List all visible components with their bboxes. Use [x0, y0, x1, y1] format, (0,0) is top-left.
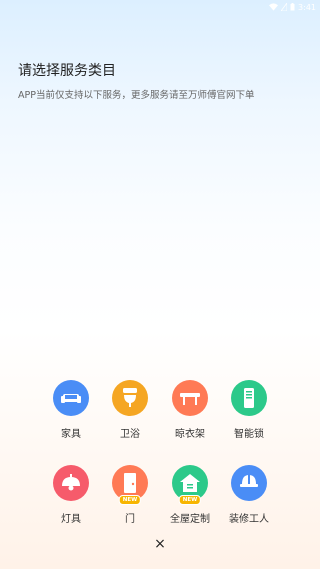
new-badge: NEW: [118, 495, 142, 505]
smart-lock-icon: [231, 380, 267, 416]
service-label: 家具: [61, 429, 81, 440]
clothes-rack-icon: [172, 380, 208, 416]
door-icon: NEW: [112, 465, 148, 505]
service-item-bathroom[interactable]: 卫浴: [100, 380, 160, 440]
service-item-whole-house[interactable]: NEW 全屋定制: [160, 465, 220, 525]
toilet-icon: [112, 380, 148, 416]
service-label: 晾衣架: [175, 429, 205, 440]
service-label: 门: [125, 514, 135, 525]
status-time: 3:41: [298, 2, 316, 12]
service-item-smart-lock[interactable]: 智能锁: [219, 380, 279, 440]
new-badge: NEW: [178, 495, 202, 505]
page-title: 请选择服务类目: [18, 63, 116, 79]
service-item-worker[interactable]: 装修工人: [219, 465, 279, 525]
service-row-1: 家具 卫浴 晾衣架 智能锁: [0, 380, 320, 440]
sofa-icon: [53, 380, 89, 416]
service-item-lamp[interactable]: 灯具: [41, 465, 101, 525]
service-label: 全屋定制: [170, 514, 210, 525]
lamp-icon: [53, 465, 89, 501]
service-item-door[interactable]: NEW 门: [100, 465, 160, 525]
worker-icon: [231, 465, 267, 501]
service-label: 卫浴: [120, 429, 140, 440]
house-icon: NEW: [172, 465, 208, 505]
service-label: 灯具: [61, 514, 81, 525]
page-subtitle: APP当前仅支持以下服务，更多服务请至万师傅官网下单: [18, 90, 255, 101]
service-label: 装修工人: [229, 514, 269, 525]
service-row-2: 灯具 NEW 门 NEW 全屋定制 装修工人: [0, 465, 320, 525]
battery-icon: [290, 3, 295, 11]
close-button[interactable]: ×: [150, 534, 170, 554]
service-item-furniture[interactable]: 家具: [41, 380, 101, 440]
status-bar: 3:41: [0, 0, 320, 14]
service-item-clothes-rack[interactable]: 晾衣架: [160, 380, 220, 440]
close-icon: ×: [154, 536, 166, 552]
service-label: 智能锁: [234, 429, 264, 440]
signal-icon: [281, 3, 288, 11]
wifi-icon: [269, 3, 279, 11]
